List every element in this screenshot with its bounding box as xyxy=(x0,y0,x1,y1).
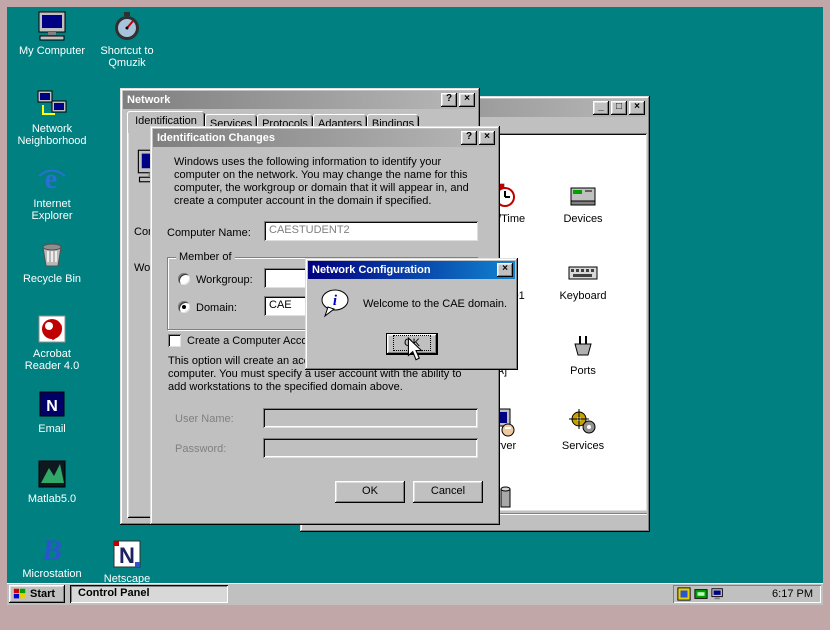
desktop-icon-label: Internet Explorer xyxy=(17,198,87,222)
system-tray: 6:17 PM xyxy=(673,585,821,603)
identification-changes-titlebar[interactable]: Identification Changes ? × xyxy=(153,129,497,147)
computer-name-field[interactable]: CAESTUDENT2 xyxy=(264,221,478,241)
domain-radio[interactable] xyxy=(178,301,190,313)
computer-name-label: Computer Name: xyxy=(167,227,251,239)
cp-icon-devices[interactable]: Devices xyxy=(551,179,615,225)
network-dialog-titlebar[interactable]: Network ? × xyxy=(123,91,477,109)
desktop-icon-label: Acrobat Reader 4.0 xyxy=(17,348,87,372)
password-field xyxy=(263,438,478,458)
close-button[interactable]: × xyxy=(497,263,513,277)
email-icon: N xyxy=(36,388,68,420)
taskbar-clock: 6:17 PM xyxy=(772,588,813,600)
internet-explorer-icon: e xyxy=(36,163,68,195)
close-button[interactable]: × xyxy=(479,131,495,145)
netscape-icon: N xyxy=(111,538,143,570)
create-account-checkbox[interactable] xyxy=(168,334,181,347)
desktop-icon-label: Recycle Bin xyxy=(17,273,87,285)
cp-icon-keyboard[interactable]: Keyboard xyxy=(551,256,615,302)
help-button[interactable]: ? xyxy=(461,131,477,145)
ok-button[interactable]: OK xyxy=(335,481,405,503)
cp-icon-ports[interactable]: Ports xyxy=(551,331,615,377)
desktop-icon-label: Matlab5.0 xyxy=(17,493,87,505)
desktop-icon-label: Shortcut to Qmuzik xyxy=(92,45,162,69)
services-icon xyxy=(567,406,599,438)
start-label: Start xyxy=(30,588,55,600)
close-button[interactable]: × xyxy=(629,101,645,115)
window-title: Network Configuration xyxy=(310,264,495,276)
desktop-icon-internet-explorer[interactable]: e Internet Explorer xyxy=(17,163,87,222)
cp-icon-services[interactable]: Services xyxy=(551,406,615,452)
matlab-icon xyxy=(36,458,68,490)
password-label: Password: xyxy=(175,443,226,455)
ports-icon xyxy=(567,331,599,363)
qmuzik-icon xyxy=(111,10,143,42)
desktop-icon-my-computer[interactable]: My Computer xyxy=(17,10,87,57)
svg-text:N: N xyxy=(46,398,58,415)
svg-text:e: e xyxy=(45,164,57,195)
taskbar: Start Control Panel 6:17 PM xyxy=(7,583,823,605)
info-icon: i xyxy=(319,288,351,320)
intro-text: Windows uses the following information t… xyxy=(174,156,480,208)
desktop: My Computer Shortcut to Qmuzik Network N… xyxy=(7,7,823,605)
recycle-bin-icon xyxy=(36,238,68,270)
cp-icon-label: Services xyxy=(551,440,615,452)
cp-icon-label: Ports xyxy=(551,365,615,377)
tray-icon-1[interactable] xyxy=(677,587,691,601)
window-title: Identification Changes xyxy=(155,132,459,144)
devices-icon xyxy=(567,179,599,211)
svg-text:B: B xyxy=(41,534,62,565)
cancel-button[interactable]: Cancel xyxy=(413,481,483,503)
cp-icon-label: Devices xyxy=(551,213,615,225)
desktop-icon-microstation[interactable]: B Microstation xyxy=(17,533,87,580)
start-button[interactable]: Start xyxy=(9,585,65,603)
microstation-icon: B xyxy=(36,533,68,565)
desktop-icon-email[interactable]: N Email xyxy=(17,388,87,435)
user-name-field xyxy=(263,408,478,428)
windows-logo-icon xyxy=(13,587,27,601)
tray-icon-2[interactable] xyxy=(694,587,708,601)
screen-bezel: My Computer Shortcut to Qmuzik Network N… xyxy=(0,0,830,630)
desktop-icon-label: Email xyxy=(17,423,87,435)
user-name-label: User Name: xyxy=(175,413,234,425)
domain-radio-label: Domain: xyxy=(196,302,237,314)
desktop-icon-matlab[interactable]: Matlab5.0 xyxy=(17,458,87,505)
mouse-cursor xyxy=(407,337,425,366)
desktop-icon-qmuzik[interactable]: Shortcut to Qmuzik xyxy=(92,10,162,69)
msgbox-message: Welcome to the CAE domain. xyxy=(363,298,507,310)
cp-icon-label: Keyboard xyxy=(551,290,615,302)
maximize-button[interactable]: □ xyxy=(611,101,627,115)
keyboard-icon xyxy=(567,256,599,288)
desktop-icon-label: Microstation xyxy=(17,568,87,580)
workgroup-radio-label: Workgroup: xyxy=(196,274,253,286)
help-button[interactable]: ? xyxy=(441,93,457,107)
desktop-icon-label: My Computer xyxy=(17,45,87,57)
svg-text:N: N xyxy=(119,543,135,568)
my-computer-icon xyxy=(36,10,68,42)
desktop-icon-label: Network Neighborhood xyxy=(17,123,87,147)
tray-icon-3[interactable] xyxy=(711,587,725,601)
desktop-icon-acrobat-reader[interactable]: Acrobat Reader 4.0 xyxy=(17,313,87,372)
desktop-icon-netscape[interactable]: N Netscape xyxy=(92,538,162,585)
close-button[interactable]: × xyxy=(459,93,475,107)
member-of-label: Member of xyxy=(176,251,235,263)
network-neighborhood-icon xyxy=(36,88,68,120)
acrobat-reader-icon xyxy=(36,313,68,345)
desktop-icon-recycle-bin[interactable]: Recycle Bin xyxy=(17,238,87,285)
desktop-icon-network-neighborhood[interactable]: Network Neighborhood xyxy=(17,88,87,147)
msgbox-titlebar[interactable]: Network Configuration × xyxy=(308,261,515,279)
task-button-control-panel[interactable]: Control Panel xyxy=(70,585,228,603)
window-title: Network xyxy=(125,94,439,106)
minimize-button[interactable]: _ xyxy=(593,101,609,115)
workgroup-radio[interactable] xyxy=(178,273,190,285)
